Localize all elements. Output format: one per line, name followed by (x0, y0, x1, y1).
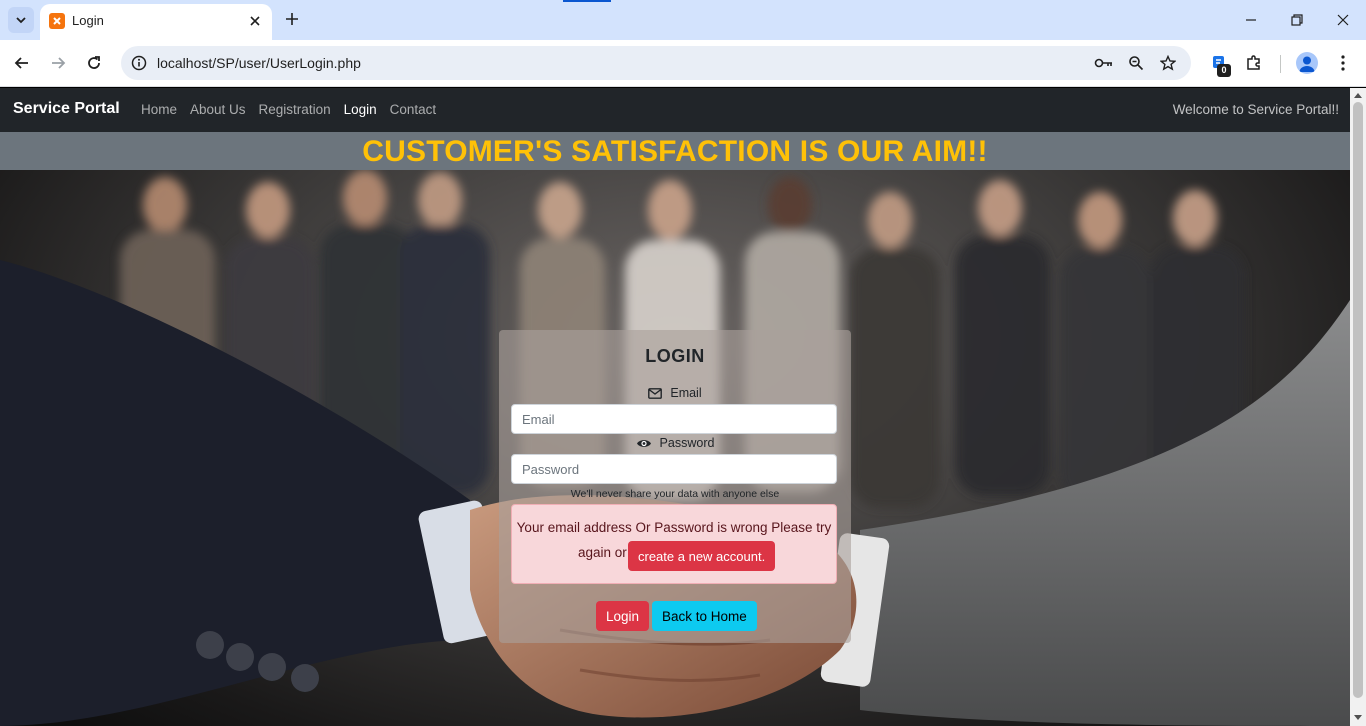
password-input[interactable] (511, 454, 837, 484)
new-tab-plus-icon[interactable] (281, 8, 303, 30)
chevron-down-icon (16, 17, 26, 24)
bookmark-star-icon[interactable] (1158, 53, 1178, 73)
nav-link-home[interactable]: Home (141, 102, 177, 117)
scrollbar-thumb[interactable] (1353, 102, 1363, 698)
zoom-icon[interactable] (1126, 53, 1146, 73)
extensions-puzzle-icon[interactable] (1242, 51, 1266, 75)
tab-title: Login (72, 13, 104, 28)
login-card: LOGIN Email Password We'll never share y… (499, 330, 851, 643)
email-label: Email (499, 386, 851, 400)
site-info-icon[interactable] (129, 53, 149, 73)
nav-link-login[interactable]: Login (344, 102, 377, 117)
password-label: Password (499, 436, 851, 450)
site-navbar: Service Portal Home About Us Registratio… (0, 88, 1350, 132)
back-arrow-icon[interactable] (9, 50, 35, 76)
url-text: localhost/SP/user/UserLogin.php (157, 55, 361, 71)
restore-icon[interactable] (1274, 0, 1320, 40)
nav-link-registration[interactable]: Registration (259, 102, 331, 117)
password-key-icon[interactable] (1094, 53, 1114, 73)
welcome-text: Welcome to Service Portal!! (1172, 102, 1339, 117)
scroll-up-arrow-icon[interactable] (1354, 93, 1362, 98)
browser-tab-active[interactable]: Login (40, 4, 272, 40)
forward-arrow-icon[interactable] (45, 50, 71, 76)
profile-avatar-icon[interactable] (1296, 52, 1318, 74)
tab-loading-indicator (563, 0, 611, 2)
extension-badge: 0 (1217, 64, 1231, 77)
login-title: LOGIN (645, 346, 705, 366)
email-label-text: Email (670, 386, 702, 400)
address-bar[interactable]: localhost/SP/user/UserLogin.php (121, 46, 1191, 80)
alert-message-line2: again or (578, 545, 627, 560)
handshake-background-image: LOGIN Email Password We'll never share y… (0, 170, 1350, 726)
password-label-text: Password (659, 436, 715, 450)
nav-link-about-us[interactable]: About Us (190, 102, 246, 117)
tab-search-button[interactable] (8, 7, 34, 33)
error-alert: Your email address Or Password is wrong … (511, 504, 837, 584)
email-input[interactable] (511, 404, 837, 434)
slogan-text: CUSTOMER'S SATISFACTION IS OUR AIM!! (362, 135, 988, 168)
menu-dots-icon[interactable] (1331, 51, 1355, 75)
close-window-icon[interactable] (1320, 0, 1366, 40)
login-button[interactable]: Login (596, 601, 650, 631)
nav-link-contact[interactable]: Contact (390, 102, 437, 117)
xampp-favicon-icon (49, 13, 65, 29)
scroll-down-arrow-icon[interactable] (1354, 715, 1362, 720)
minimize-icon[interactable] (1228, 0, 1274, 40)
slogan-banner: CUSTOMER'S SATISFACTION IS OUR AIM!! (0, 132, 1350, 170)
page-scrollbar[interactable] (1350, 88, 1366, 726)
eye-icon (636, 439, 651, 447)
envelope-icon (648, 387, 663, 399)
privacy-help-text: We'll never share your data with anyone … (570, 488, 780, 500)
page-viewport: Service Portal Home About Us Registratio… (0, 88, 1350, 726)
back-to-home-button[interactable]: Back to Home (652, 601, 757, 631)
navbar-brand[interactable]: Service Portal (13, 100, 120, 118)
nav-links: Home About Us Registration Login Contact (141, 102, 449, 117)
browser-tab-strip: Login (0, 0, 1366, 40)
reload-icon[interactable] (81, 50, 107, 76)
close-tab-icon[interactable] (246, 12, 264, 30)
toolbar-divider (1280, 55, 1281, 73)
browser-toolbar: localhost/SP/user/UserLogin.php (0, 40, 1366, 87)
create-account-button[interactable]: create a new account. (628, 541, 776, 571)
alert-message-line1: Your email address Or Password is wrong … (516, 520, 832, 535)
